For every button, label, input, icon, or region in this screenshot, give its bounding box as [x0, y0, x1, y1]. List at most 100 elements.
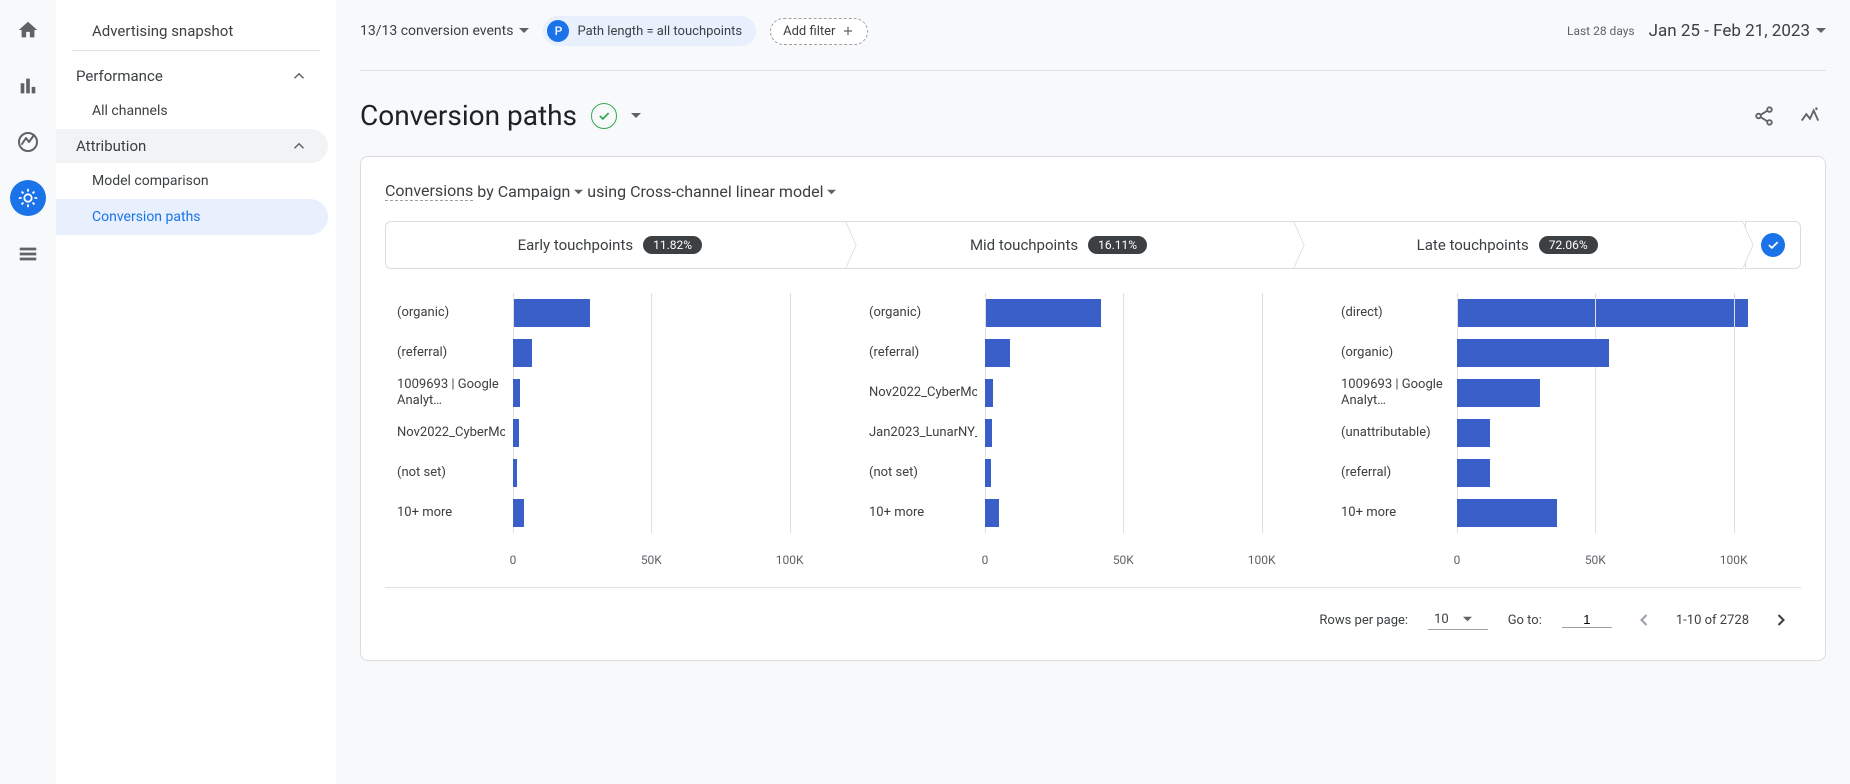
- reports-icon[interactable]: [10, 68, 46, 104]
- bar[interactable]: [513, 459, 517, 487]
- sidebar-section-performance[interactable]: Performance: [56, 59, 328, 93]
- caret-down-icon[interactable]: [631, 111, 641, 121]
- bar-row: (not set): [869, 453, 1317, 493]
- bar-label: (not set): [869, 465, 977, 481]
- card-heading: Conversions by Campaign using Cross-chan…: [385, 181, 1801, 201]
- bar[interactable]: [513, 379, 520, 407]
- touchpoint-tab-mid[interactable]: Mid touchpoints 16.11%: [834, 221, 1283, 269]
- chevron-up-icon: [290, 67, 308, 85]
- share-button[interactable]: [1748, 100, 1780, 132]
- add-filter-label: Add filter: [783, 24, 835, 39]
- insights-icon: [1799, 105, 1821, 127]
- bar-area: [985, 493, 1317, 533]
- bar-label: 10+ more: [397, 505, 505, 521]
- dimension-selector[interactable]: Campaign: [498, 182, 584, 201]
- bar-area: [513, 413, 845, 453]
- advertising-icon[interactable]: [10, 180, 46, 216]
- axis-tick-label: 100K: [1720, 553, 1748, 567]
- bar-label: Nov2022_CyberMonday_V1: [397, 425, 505, 441]
- bar[interactable]: [985, 299, 1101, 327]
- bar[interactable]: [513, 499, 524, 527]
- bar[interactable]: [985, 459, 991, 487]
- bar[interactable]: [1457, 499, 1557, 527]
- axis-tick-label: 50K: [1113, 553, 1134, 567]
- touchpoint-tab-late[interactable]: Late touchpoints 72.06%: [1282, 221, 1731, 269]
- bar[interactable]: [1457, 459, 1490, 487]
- bar-row: 10+ more: [397, 493, 845, 533]
- bar-label: 10+ more: [869, 505, 977, 521]
- insights-button[interactable]: [1794, 100, 1826, 132]
- bar-chart: (organic)(referral)Nov2022_CyberMonday_V…: [857, 293, 1329, 575]
- sidebar-item-model-comparison[interactable]: Model comparison: [56, 163, 328, 199]
- axis-tick-label: 0: [1454, 553, 1461, 567]
- bar[interactable]: [1457, 339, 1609, 367]
- bar[interactable]: [985, 339, 1010, 367]
- bar[interactable]: [985, 379, 993, 407]
- bar-area: [513, 373, 845, 413]
- bar-area: [513, 293, 845, 333]
- main-content: 13/13 conversion events P Path length = …: [336, 0, 1850, 784]
- bar-row: (referral): [397, 333, 845, 373]
- plus-icon: [841, 24, 855, 38]
- goto-page-input[interactable]: [1562, 612, 1612, 628]
- explore-icon[interactable]: [10, 124, 46, 160]
- sidebar-title[interactable]: Advertising snapshot: [72, 12, 320, 51]
- sidebar-item-conversion-paths[interactable]: Conversion paths: [56, 199, 328, 235]
- bar-row: 10+ more: [869, 493, 1317, 533]
- goto-label: Go to:: [1508, 613, 1542, 628]
- touchpoint-label: Mid touchpoints: [970, 236, 1078, 254]
- bar-area: [985, 293, 1317, 333]
- touchpoint-pct: 72.06%: [1539, 236, 1598, 254]
- sidebar-item-all-channels[interactable]: All channels: [56, 93, 328, 129]
- bar-area: [985, 333, 1317, 373]
- bar[interactable]: [513, 419, 519, 447]
- metric-selector[interactable]: Conversions: [385, 181, 473, 201]
- bar[interactable]: [985, 499, 999, 527]
- bar-row: 10+ more: [1341, 493, 1789, 533]
- prev-page-button[interactable]: [1632, 608, 1656, 632]
- caret-down-icon: [1816, 26, 1826, 36]
- conversion-events-dropdown[interactable]: 13/13 conversion events: [360, 23, 529, 39]
- home-icon[interactable]: [10, 12, 46, 48]
- touchpoint-label: Early touchpoints: [518, 236, 634, 254]
- model-selector[interactable]: Cross-channel linear model: [630, 182, 836, 201]
- bar-area: [1457, 413, 1789, 453]
- page-title: Conversion paths: [360, 99, 577, 132]
- share-icon: [1753, 105, 1775, 127]
- rows-per-page-label: Rows per page:: [1319, 613, 1408, 628]
- add-filter-button[interactable]: Add filter: [770, 18, 868, 45]
- bar-label: (referral): [397, 345, 505, 361]
- sidebar-section-attribution[interactable]: Attribution: [56, 129, 328, 163]
- next-page-button[interactable]: [1769, 608, 1793, 632]
- bar[interactable]: [1457, 379, 1540, 407]
- touchpoint-tab-early[interactable]: Early touchpoints 11.82%: [385, 221, 834, 269]
- bar[interactable]: [513, 299, 590, 327]
- touchpoint-label: Late touchpoints: [1417, 236, 1529, 254]
- bar-label: (organic): [1341, 345, 1449, 361]
- date-range-text: Jan 25 - Feb 21, 2023: [1649, 21, 1810, 41]
- bar-label: (organic): [869, 305, 977, 321]
- bar[interactable]: [985, 419, 992, 447]
- bar-label: Jan2023_LunarNY_V1: [869, 425, 977, 441]
- bar-area: [1457, 373, 1789, 413]
- bar[interactable]: [1457, 419, 1490, 447]
- chevron-left-icon: [1634, 610, 1654, 630]
- configure-icon[interactable]: [10, 236, 46, 272]
- rows-per-page-select[interactable]: 10: [1428, 610, 1488, 630]
- caret-down-icon: [574, 188, 583, 197]
- bar-area: [985, 373, 1317, 413]
- date-range-picker[interactable]: Jan 25 - Feb 21, 2023: [1649, 21, 1826, 41]
- bar-area: [513, 493, 845, 533]
- chart-body: (direct)(organic)1009693 | Google Analyt…: [1341, 293, 1789, 553]
- bar-area: [513, 333, 845, 373]
- status-check-badge[interactable]: [591, 103, 617, 129]
- path-length-filter-label: Path length = all touchpoints: [577, 24, 742, 39]
- bar[interactable]: [513, 339, 532, 367]
- bar[interactable]: [1457, 299, 1748, 327]
- path-length-filter-chip[interactable]: P Path length = all touchpoints: [543, 16, 756, 46]
- bar-row: (direct): [1341, 293, 1789, 333]
- rows-per-page-value: 10: [1434, 612, 1449, 627]
- bar-label: (not set): [397, 465, 505, 481]
- bar-row: Nov2022_CyberMonday_V1: [869, 373, 1317, 413]
- filter-badge-icon: P: [547, 20, 569, 42]
